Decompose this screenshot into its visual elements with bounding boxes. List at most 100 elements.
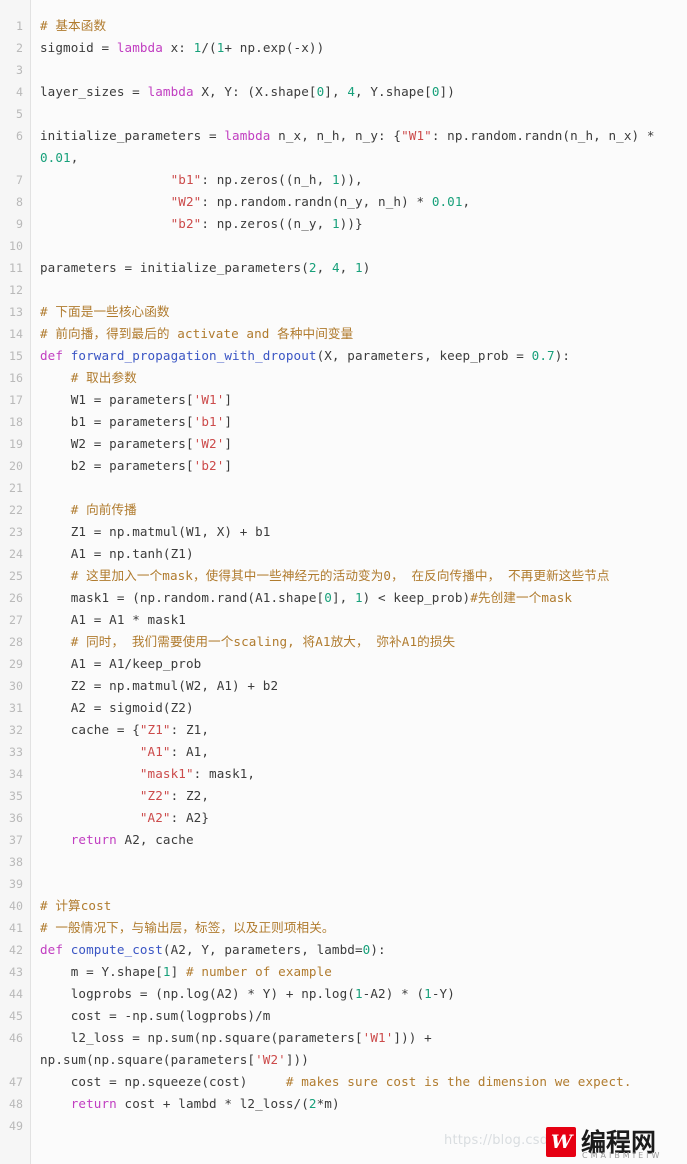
code-line[interactable]: 25 # 这里加入一个mask，使得其中一些神经元的活动变为0， 在反向传播中，…	[0, 565, 687, 587]
code-line[interactable]: 4 layer_sizes = lambda X, Y: (X.shape[0],…	[0, 81, 687, 103]
line-content[interactable]: A1 = A1/keep_prob	[31, 653, 687, 675]
code-line[interactable]: 34 "mask1": mask1,	[0, 763, 687, 785]
line-content[interactable]: cache = {"Z1": Z1,	[31, 719, 687, 741]
code-line[interactable]: 37 return A2, cache	[0, 829, 687, 851]
line-content[interactable]: A1 = np.tanh(Z1)	[31, 543, 687, 565]
line-content[interactable]: b1 = parameters['b1']	[31, 411, 687, 433]
code-line[interactable]: 19 W2 = parameters['W2']	[0, 433, 687, 455]
code-line[interactable]: 35 "Z2": Z2,	[0, 785, 687, 807]
line-content[interactable]: # 同时， 我们需要使用一个scaling, 将A1放大， 弥补A1的损失	[31, 631, 687, 653]
line-content[interactable]	[31, 279, 687, 301]
code-line[interactable]: 36 "A2": A2}	[0, 807, 687, 829]
line-content[interactable]: parameters = initialize_parameters(2, 4,…	[31, 257, 687, 279]
code-line[interactable]: 18 b1 = parameters['b1']	[0, 411, 687, 433]
code-line[interactable]: 22 # 向前传播	[0, 499, 687, 521]
line-content[interactable]: l2_loss = np.sum(np.square(parameters['W…	[31, 1027, 687, 1071]
code-line[interactable]: 8 "W2": np.random.randn(n_y, n_h) * 0.01…	[0, 191, 687, 213]
code-line[interactable]: 46 l2_loss = np.sum(np.square(parameters…	[0, 1027, 687, 1071]
code-line[interactable]: 39	[0, 873, 687, 895]
code-line[interactable]: 12	[0, 279, 687, 301]
code-line[interactable]: 28 # 同时， 我们需要使用一个scaling, 将A1放大， 弥补A1的损失	[0, 631, 687, 653]
code-line[interactable]: 21	[0, 477, 687, 499]
line-content[interactable]: "Z2": Z2,	[31, 785, 687, 807]
code-line[interactable]: 27 A1 = A1 * mask1	[0, 609, 687, 631]
line-content[interactable]: return cost + lambd * l2_loss/(2*m)	[31, 1093, 687, 1115]
line-content[interactable]: def compute_cost(A2, Y, parameters, lamb…	[31, 939, 687, 961]
code-line[interactable]: 5	[0, 103, 687, 125]
code-line[interactable]: 2 sigmoid = lambda x: 1/(1+ np.exp(-x))	[0, 37, 687, 59]
code-line[interactable]: 15 def forward_propagation_with_dropout(X…	[0, 345, 687, 367]
line-content[interactable]: # 下面是一些核心函数	[31, 301, 687, 323]
line-content[interactable]: initialize_parameters = lambda n_x, n_h,…	[31, 125, 687, 169]
line-content[interactable]: def forward_propagation_with_dropout(X, …	[31, 345, 687, 367]
line-content[interactable]: "A1": A1,	[31, 741, 687, 763]
code-line[interactable]: 1 # 基本函数	[0, 15, 687, 37]
line-content[interactable]: cost = -np.sum(logprobs)/m	[31, 1005, 687, 1027]
line-content[interactable]: m = Y.shape[1] # number of example	[31, 961, 687, 983]
code-line[interactable]: 13 # 下面是一些核心函数	[0, 301, 687, 323]
code-line[interactable]: 42 def compute_cost(A2, Y, parameters, la…	[0, 939, 687, 961]
line-content[interactable]	[31, 477, 687, 499]
line-content[interactable]: # 计算cost	[31, 895, 687, 917]
line-content[interactable]: "mask1": mask1,	[31, 763, 687, 785]
line-content[interactable]: sigmoid = lambda x: 1/(1+ np.exp(-x))	[31, 37, 687, 59]
code-line[interactable]: 33 "A1": A1,	[0, 741, 687, 763]
line-content[interactable]: "A2": A2}	[31, 807, 687, 829]
code-line[interactable]: 10	[0, 235, 687, 257]
line-content[interactable]: cost = np.squeeze(cost) # makes sure cos…	[31, 1071, 687, 1093]
line-content[interactable]	[31, 873, 687, 895]
line-content[interactable]: # 基本函数	[31, 15, 687, 37]
code-line[interactable]: 43 m = Y.shape[1] # number of example	[0, 961, 687, 983]
line-number: 25	[9, 569, 23, 583]
line-content[interactable]: # 这里加入一个mask，使得其中一些神经元的活动变为0， 在反向传播中， 不再…	[31, 565, 687, 587]
line-content[interactable]	[31, 103, 687, 125]
code-line[interactable]: 20 b2 = parameters['b2']	[0, 455, 687, 477]
line-content[interactable]: W2 = parameters['W2']	[31, 433, 687, 455]
code-line[interactable]: 47 cost = np.squeeze(cost) # makes sure …	[0, 1071, 687, 1093]
line-content[interactable]	[31, 59, 687, 81]
line-content[interactable]: return A2, cache	[31, 829, 687, 851]
code-content-area[interactable]: 1 # 基本函数 2 sigmoid = lambda x: 1/(1+ np.exp…	[0, 0, 687, 1137]
line-content[interactable]: A1 = A1 * mask1	[31, 609, 687, 631]
code-line[interactable]: 44 logprobs = (np.log(A2) * Y) + np.log(…	[0, 983, 687, 1005]
code-line[interactable]: 11 parameters = initialize_parameters(2, …	[0, 257, 687, 279]
line-content[interactable]: b2 = parameters['b2']	[31, 455, 687, 477]
code-line[interactable]: 45 cost = -np.sum(logprobs)/m	[0, 1005, 687, 1027]
code-line[interactable]: 6 initialize_parameters = lambda n_x, n_h…	[0, 125, 687, 169]
code-line[interactable]: 29 A1 = A1/keep_prob	[0, 653, 687, 675]
code-line[interactable]: 24 A1 = np.tanh(Z1)	[0, 543, 687, 565]
line-content[interactable]: "W2": np.random.randn(n_y, n_h) * 0.01,	[31, 191, 687, 213]
line-content[interactable]: logprobs = (np.log(A2) * Y) + np.log(1-A…	[31, 983, 687, 1005]
line-content[interactable]: layer_sizes = lambda X, Y: (X.shape[0], …	[31, 81, 687, 103]
line-content[interactable]: A2 = sigmoid(Z2)	[31, 697, 687, 719]
code-token-pln: layer_sizes =	[40, 84, 148, 99]
line-content[interactable]: "b2": np.zeros((n_y, 1))}	[31, 213, 687, 235]
line-content[interactable]: W1 = parameters['W1']	[31, 389, 687, 411]
line-content[interactable]	[31, 235, 687, 257]
code-line[interactable]: 31 A2 = sigmoid(Z2)	[0, 697, 687, 719]
code-line[interactable]: 41 # 一般情况下，与输出层，标签，以及正则项相关。	[0, 917, 687, 939]
line-content[interactable]: # 向前传播	[31, 499, 687, 521]
line-content[interactable]	[31, 851, 687, 873]
code-line[interactable]: 7 "b1": np.zeros((n_h, 1)),	[0, 169, 687, 191]
line-content[interactable]: Z2 = np.matmul(W2, A1) + b2	[31, 675, 687, 697]
code-line[interactable]: 26 mask1 = (np.random.rand(A1.shape[0], …	[0, 587, 687, 609]
code-token-str: 'W1'	[193, 392, 225, 407]
line-content[interactable]: # 取出参数	[31, 367, 687, 389]
code-line[interactable]: 17 W1 = parameters['W1']	[0, 389, 687, 411]
code-line[interactable]: 14 # 前向播，得到最后的 activate and 各种中间变量	[0, 323, 687, 345]
code-line[interactable]: 3	[0, 59, 687, 81]
code-line[interactable]: 38	[0, 851, 687, 873]
code-line[interactable]: 23 Z1 = np.matmul(W1, X) + b1	[0, 521, 687, 543]
line-content[interactable]: # 一般情况下，与输出层，标签，以及正则项相关。	[31, 917, 687, 939]
line-content[interactable]: # 前向播，得到最后的 activate and 各种中间变量	[31, 323, 687, 345]
code-line[interactable]: 16 # 取出参数	[0, 367, 687, 389]
code-line[interactable]: 32 cache = {"Z1": Z1,	[0, 719, 687, 741]
line-content[interactable]: mask1 = (np.random.rand(A1.shape[0], 1) …	[31, 587, 687, 609]
line-content[interactable]: Z1 = np.matmul(W1, X) + b1	[31, 521, 687, 543]
line-content[interactable]: "b1": np.zeros((n_h, 1)),	[31, 169, 687, 191]
code-line[interactable]: 48 return cost + lambd * l2_loss/(2*m)	[0, 1093, 687, 1115]
code-line[interactable]: 40 # 计算cost	[0, 895, 687, 917]
code-line[interactable]: 9 "b2": np.zeros((n_y, 1))}	[0, 213, 687, 235]
code-line[interactable]: 30 Z2 = np.matmul(W2, A1) + b2	[0, 675, 687, 697]
